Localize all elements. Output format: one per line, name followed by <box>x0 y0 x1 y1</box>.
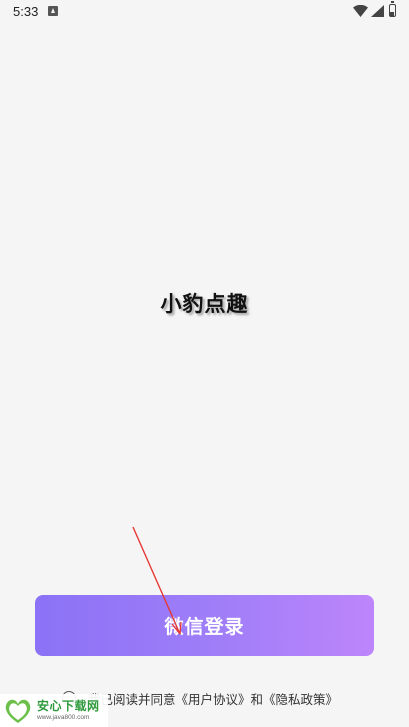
signal-icon <box>371 5 384 17</box>
status-time: 5:33 <box>13 4 39 19</box>
battery-icon <box>389 1 396 17</box>
heart-logo-icon <box>5 699 31 723</box>
status-bar: 5:33 <box>0 0 409 24</box>
agreement-conjunction-text: 和 <box>250 691 264 707</box>
watermark-name: 安心下载网 <box>37 698 100 713</box>
app-title: 小豹点趣 <box>160 292 249 316</box>
user-agreement-link[interactable]: 《用户协议》 <box>176 689 251 708</box>
privacy-policy-link[interactable]: 《隐私政策》 <box>263 689 338 708</box>
watermark-url: www.java800.com <box>37 713 90 721</box>
watermark-text: 安心下载网 www.java800.com <box>37 700 100 722</box>
wechat-login-button[interactable]: 微信登录 <box>35 595 374 656</box>
watermark: 安心下载网 www.java800.com <box>0 694 108 727</box>
app-notification-icon <box>48 6 58 16</box>
wifi-icon <box>353 5 368 17</box>
